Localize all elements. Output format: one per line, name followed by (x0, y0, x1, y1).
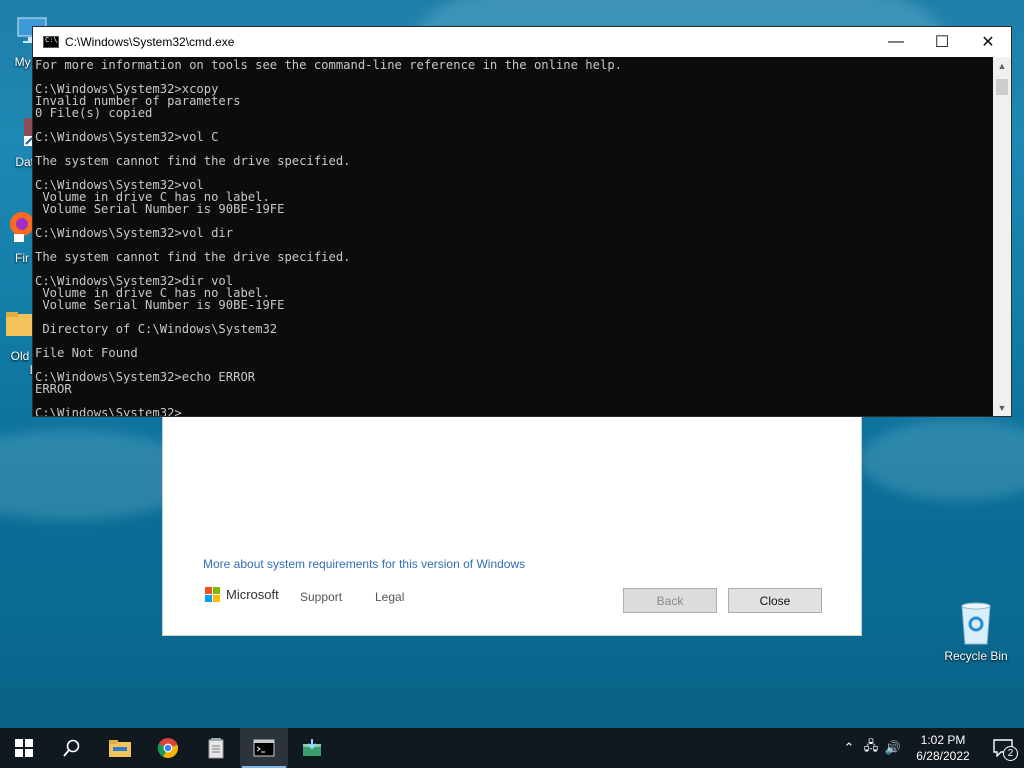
clock-time: 1:02 PM (920, 733, 966, 747)
support-link[interactable]: Support (300, 590, 342, 604)
console-line: 0 File(s) copied (35, 106, 153, 120)
close-window-button[interactable]: ✕ (965, 27, 1011, 57)
microsoft-label: Microsoft (226, 587, 279, 602)
console-line: For more information on tools see the co… (35, 58, 622, 72)
console-line: C:\Windows\System32>vol C (35, 130, 219, 144)
console-line: C:\Windows\System32>vol dir (35, 226, 234, 240)
vertical-scrollbar[interactable]: ▲ ▼ (993, 57, 1011, 416)
console-line: Volume Serial Number is 90BE-19FE (35, 298, 285, 312)
scroll-thumb[interactable] (996, 79, 1008, 95)
taskbar: ⌃ 🖧 🔊 1:02 PM 6/28/2022 2 (0, 728, 1024, 768)
search-icon (63, 739, 80, 757)
taskbar-chrome[interactable] (144, 728, 192, 768)
scroll-up-icon[interactable]: ▲ (993, 57, 1011, 74)
installer-icon (303, 739, 321, 756)
console-line: C:\Windows\System32> (35, 406, 182, 416)
console-line: Directory of C:\Windows\System32 (35, 322, 278, 336)
notification-count: 2 (1003, 746, 1018, 761)
microsoft-logo-icon (205, 587, 220, 602)
console-line: The system cannot find the drive specifi… (35, 250, 351, 264)
console-line: File Not Found (35, 346, 138, 360)
volume-icon[interactable]: 🔊 (882, 740, 904, 756)
start-icon (15, 739, 33, 757)
console-line: Volume Serial Number is 90BE-19FE (35, 202, 285, 216)
network-icon[interactable]: 🖧 (860, 737, 882, 759)
start-button[interactable] (0, 728, 48, 768)
close-button[interactable]: Close (728, 588, 822, 613)
taskbar-cmd[interactable] (240, 728, 288, 768)
system-requirements-link[interactable]: More about system requirements for this … (203, 557, 525, 571)
cmd-icon (43, 36, 59, 48)
back-button[interactable]: Back (623, 588, 717, 613)
taskbar-file-explorer[interactable] (96, 728, 144, 768)
recycle-bin-icon (961, 602, 991, 645)
system-tray: ⌃ 🖧 🔊 1:02 PM 6/28/2022 2 (838, 728, 1024, 768)
chevron-up-icon[interactable]: ⌃ (838, 740, 860, 756)
desktop-icon-recycle-bin[interactable]: Recycle Bin (940, 600, 1012, 663)
microsoft-brand: Microsoft (205, 587, 279, 602)
search-button[interactable] (48, 728, 96, 768)
recycle-bin-label: Recycle Bin (944, 649, 1008, 663)
scroll-down-icon[interactable]: ▼ (993, 399, 1011, 416)
clock[interactable]: 1:02 PM 6/28/2022 (904, 732, 982, 764)
notepad-icon (208, 738, 224, 759)
console-line: ERROR (35, 382, 72, 396)
cmd-title-bar[interactable]: C:\Windows\System32\cmd.exe — ☐ ✕ (33, 27, 1011, 57)
cmd-icon (253, 739, 275, 757)
taskbar-installer[interactable] (288, 728, 336, 768)
clock-date: 6/28/2022 (916, 749, 970, 763)
installer-dialog: More about system requirements for this … (162, 410, 862, 636)
minimize-button[interactable]: — (873, 27, 919, 57)
taskbar-notepad[interactable] (192, 728, 240, 768)
console-line: Invalid number of parameters (35, 94, 241, 108)
console-output[interactable]: For more information on tools see the co… (33, 57, 993, 416)
wallpaper-highlight (860, 420, 1024, 500)
chrome-icon (157, 738, 179, 758)
maximize-button[interactable]: ☐ (919, 27, 965, 57)
cmd-title: C:\Windows\System32\cmd.exe (65, 35, 235, 49)
notification-center-button[interactable]: 2 (982, 728, 1024, 768)
legal-link[interactable]: Legal (375, 590, 404, 604)
console-line: The system cannot find the drive specifi… (35, 154, 351, 168)
console-line: C:\Windows\System32>echo ERROR (35, 370, 256, 384)
file-explorer-icon (109, 740, 131, 757)
cmd-window[interactable]: C:\Windows\System32\cmd.exe — ☐ ✕ For mo… (32, 26, 1012, 417)
